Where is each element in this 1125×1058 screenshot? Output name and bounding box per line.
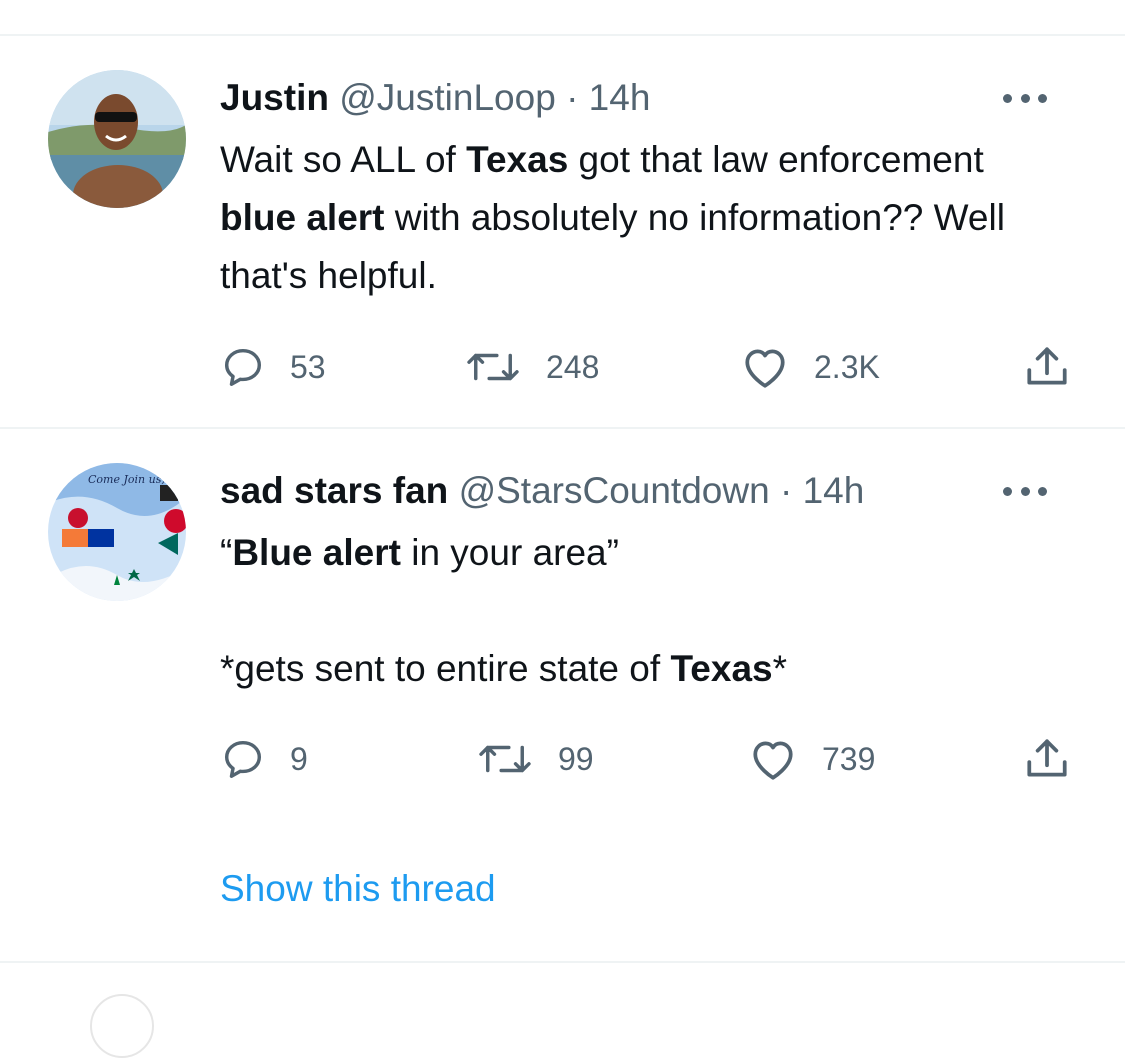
text-part: “ xyxy=(220,532,233,573)
top-divider xyxy=(0,34,1125,36)
display-name[interactable]: Justin xyxy=(220,77,329,118)
show-thread-link[interactable]: Show this thread xyxy=(220,867,496,911)
retweet-icon xyxy=(479,745,531,773)
text-part: got that law enforcement xyxy=(568,139,984,180)
share-icon xyxy=(1027,347,1067,385)
reply-button[interactable]: 53 xyxy=(220,337,326,397)
user-handle[interactable]: @JustinLoop xyxy=(339,77,556,118)
more-icon[interactable] xyxy=(1003,88,1047,108)
display-name[interactable]: sad stars fan xyxy=(220,470,448,511)
text-line: “Blue alert in your area” xyxy=(220,524,1040,582)
tweet-header: sad stars fan @StarsCountdown · 14h xyxy=(220,469,864,513)
retweet-button[interactable]: 248 xyxy=(464,337,599,397)
retweet-button[interactable]: 99 xyxy=(476,729,594,789)
tweet-actions: 9 99 739 xyxy=(0,729,1125,789)
reply-icon xyxy=(224,348,262,386)
text-part-bold: Blue alert xyxy=(232,532,401,573)
timestamp[interactable]: 14h xyxy=(803,470,865,511)
reply-icon xyxy=(224,740,262,778)
text-line: *gets sent to entire state of Texas* xyxy=(220,640,1040,698)
retweet-count: 99 xyxy=(558,740,594,777)
tweet-actions: 53 248 2.3K xyxy=(0,337,1125,397)
text-part-bold: Texas xyxy=(670,648,773,689)
tweet-text: Wait so ALL of Texas got that law enforc… xyxy=(220,131,1040,305)
next-tweet-avatar[interactable] xyxy=(90,994,154,1058)
separator-dot: · xyxy=(566,77,579,118)
text-part: Wait so ALL of xyxy=(220,139,467,180)
user-handle[interactable]: @StarsCountdown xyxy=(459,470,770,511)
text-part-bold: Texas xyxy=(466,139,569,180)
avatar-stars-fan[interactable]: Come Join us, Dallas! xyxy=(48,463,186,601)
retweet-count: 248 xyxy=(546,348,600,385)
like-button[interactable]: 2.3K xyxy=(740,337,880,397)
tweet-header: Justin @JustinLoop · 14h xyxy=(220,76,650,120)
heart-icon xyxy=(745,349,785,388)
share-button[interactable] xyxy=(1022,337,1072,397)
tweet-divider xyxy=(0,427,1125,429)
share-button[interactable] xyxy=(1022,729,1072,789)
avatar-justin[interactable] xyxy=(48,70,186,208)
avatar-text: Come Join us, Dallas! xyxy=(88,473,186,486)
reply-button[interactable]: 9 xyxy=(220,729,308,789)
reply-count: 9 xyxy=(290,740,308,777)
reply-count: 53 xyxy=(290,348,326,385)
like-button[interactable]: 739 xyxy=(748,729,875,789)
like-count: 2.3K xyxy=(814,348,880,385)
text-part: in your area” xyxy=(400,532,619,573)
retweet-icon xyxy=(467,353,519,381)
tweet-text: “Blue alert in your area” *gets sent to … xyxy=(220,524,1040,698)
like-count: 739 xyxy=(822,740,876,777)
share-icon xyxy=(1027,739,1067,777)
more-icon[interactable] xyxy=(1003,481,1047,501)
text-part: * xyxy=(772,648,788,689)
text-part: *gets sent to entire state of xyxy=(220,648,671,689)
timestamp[interactable]: 14h xyxy=(589,77,651,118)
bottom-divider xyxy=(0,961,1125,963)
text-part-bold: blue alert xyxy=(220,197,385,238)
separator-dot: · xyxy=(779,470,793,511)
heart-icon xyxy=(753,741,793,780)
